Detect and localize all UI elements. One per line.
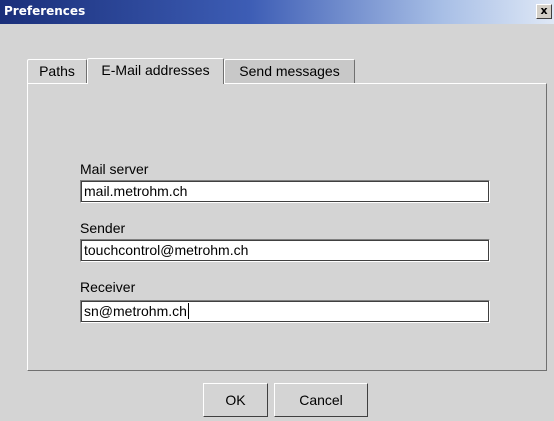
receiver-value: sn@metrohm.ch (84, 303, 187, 319)
ok-button[interactable]: OK (203, 383, 268, 417)
close-button[interactable]: x (536, 4, 552, 19)
sender-value: touchcontrol@metrohm.ch (84, 242, 249, 258)
preferences-dialog: Preferences x Paths E-Mail addresses Sen… (0, 0, 554, 421)
close-icon: x (540, 4, 548, 17)
sender-input[interactable]: touchcontrol@metrohm.ch (80, 239, 490, 262)
text-cursor (187, 303, 189, 319)
mail-server-value: mail.metrohm.ch (84, 183, 188, 199)
dialog-title: Preferences (4, 4, 86, 18)
tab-send-messages[interactable]: Send messages (224, 59, 355, 83)
receiver-input[interactable]: sn@metrohm.ch (80, 300, 490, 323)
mail-server-input[interactable]: mail.metrohm.ch (80, 180, 490, 203)
sender-label: Sender (80, 220, 126, 236)
tab-email-addresses[interactable]: E-Mail addresses (87, 58, 224, 84)
tab-paths[interactable]: Paths (27, 59, 87, 83)
mail-server-label: Mail server (80, 161, 149, 177)
title-bar[interactable]: Preferences x (0, 0, 554, 24)
cancel-button[interactable]: Cancel (274, 383, 368, 417)
receiver-label: Receiver (80, 279, 136, 295)
